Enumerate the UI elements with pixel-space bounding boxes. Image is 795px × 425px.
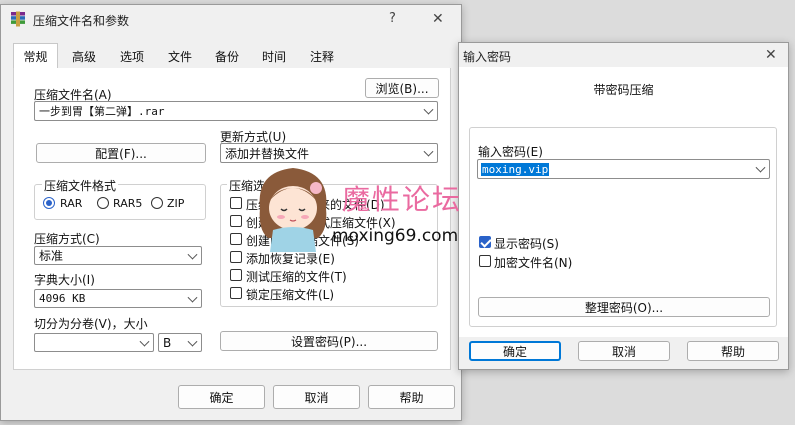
option-label-test: 测试压缩的文件(T) (246, 270, 347, 284)
chevron-down-icon (423, 104, 434, 115)
password-help-button[interactable]: 帮助 (687, 341, 779, 361)
format-label-rar5: RAR5 (113, 197, 143, 210)
method-value: 标准 (39, 249, 64, 263)
format-label-rar: RAR (60, 197, 83, 210)
help-button[interactable]: 帮助 (368, 385, 455, 409)
tab-page-general: 压缩文件名(A) 浏览(B)... 一步到胃【第二弹】.rar 更新方式(U) … (13, 68, 451, 370)
password-input[interactable]: moxing.vip (477, 159, 770, 179)
method-select[interactable]: 标准 (34, 246, 202, 265)
dict-select[interactable]: 4096 KB (34, 289, 202, 308)
tab-comment[interactable]: 注释 (299, 45, 345, 67)
winrar-app-icon (10, 11, 26, 27)
update-mode-value: 添加并替换文件 (225, 146, 310, 161)
password-value: moxing.vip (481, 162, 550, 176)
format-radio-zip[interactable] (151, 197, 163, 209)
archive-name-value: 一步到胃【第二弹】.rar (39, 105, 165, 118)
format-radio-rar5[interactable] (97, 197, 109, 209)
close-icon[interactable]: ✕ (432, 11, 444, 27)
archive-name-combo[interactable]: 一步到胃【第二弹】.rar (34, 101, 438, 121)
close-icon[interactable]: ✕ (765, 47, 777, 63)
password-cancel-button[interactable]: 取消 (578, 341, 670, 361)
option-checkbox-solid[interactable] (230, 233, 242, 245)
set-password-button[interactable]: 设置密码(P)... (220, 331, 438, 351)
option-checkbox-test[interactable] (230, 269, 242, 281)
watermark-text: 魔性论坛 (342, 183, 463, 216)
split-label: 切分为分卷(V)，大小 (34, 317, 148, 331)
show-password-label: 显示密码(S) (494, 237, 559, 251)
password-dialog: 输入密码 ✕ 带密码压缩 输入密码(E) moxing.vip 显示密码(S) … (458, 42, 789, 370)
option-checkbox-sfx[interactable] (230, 215, 242, 227)
tab-files[interactable]: 文件 (157, 45, 203, 67)
ok-button[interactable]: 确定 (178, 385, 265, 409)
option-label-lock: 锁定压缩文件(L) (246, 288, 335, 302)
chevron-down-icon (423, 146, 434, 157)
option-checkbox-delete[interactable] (230, 197, 242, 209)
dict-label: 字典大小(I) (34, 273, 95, 287)
tab-general[interactable]: 常规 (13, 43, 58, 69)
main-dialog-title: 压缩文件名和参数 (33, 14, 130, 28)
tab-time[interactable]: 时间 (251, 45, 297, 67)
format-group-label: 压缩文件格式 (42, 177, 119, 194)
organize-passwords-button[interactable]: 整理密码(O)... (478, 297, 770, 317)
chevron-down-icon (187, 249, 198, 260)
encrypt-names-label: 加密文件名(N) (494, 256, 573, 270)
watermark-url: moxing69.com (332, 226, 459, 246)
option-checkbox-lock[interactable] (230, 287, 242, 299)
chevron-down-icon (139, 336, 150, 347)
browse-button[interactable]: 浏览(B)... (365, 78, 439, 98)
method-label: 压缩方式(C) (34, 232, 100, 246)
format-label-zip: ZIP (167, 197, 185, 210)
password-dialog-title: 输入密码 (463, 50, 512, 64)
password-heading: 带密码压缩 (593, 83, 654, 97)
tab-backup[interactable]: 备份 (204, 45, 250, 67)
password-label: 输入密码(E) (478, 145, 543, 159)
chevron-down-icon (755, 162, 766, 173)
chevron-down-icon (187, 336, 198, 347)
dict-value: 4096 KB (39, 292, 86, 305)
split-unit-value: B (163, 335, 172, 350)
chevron-down-icon (187, 292, 198, 303)
show-password-checkbox[interactable] (479, 236, 491, 248)
watermark-mascot (248, 160, 338, 255)
password-dialog-content: 带密码压缩 输入密码(E) moxing.vip 显示密码(S) 加密文件名(N… (459, 67, 788, 337)
encrypt-names-checkbox[interactable] (479, 255, 491, 267)
password-ok-button[interactable]: 确定 (469, 341, 561, 361)
option-checkbox-recovery[interactable] (230, 251, 242, 263)
cancel-button[interactable]: 取消 (273, 385, 360, 409)
profiles-button[interactable]: 配置(F)... (36, 143, 206, 163)
tab-options[interactable]: 选项 (109, 45, 155, 67)
split-unit-select[interactable]: B (158, 333, 202, 352)
help-title-button[interactable]: ? (389, 11, 396, 26)
format-radio-rar[interactable] (43, 197, 55, 209)
tab-advanced[interactable]: 高级 (61, 45, 107, 67)
split-size-combo[interactable] (34, 333, 154, 352)
